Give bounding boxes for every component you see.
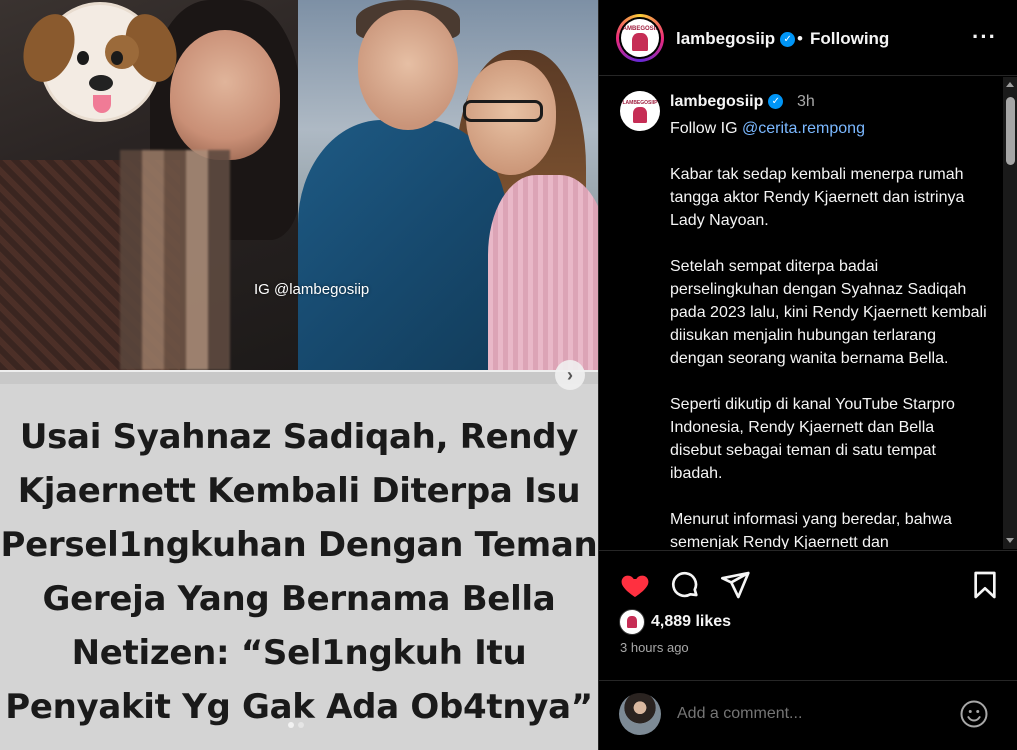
carousel-dot — [298, 722, 304, 728]
post-media[interactable]: IG @lambegosiip › Usai Syahnaz Sadiqah, … — [0, 0, 598, 750]
current-user-avatar — [619, 693, 661, 735]
scroll-up-icon[interactable] — [1006, 82, 1014, 87]
carousel-dot-active — [288, 722, 294, 728]
post-actions: 4,889 likes 3 hours ago — [599, 550, 1017, 680]
caption-follow-line: Follow IG @cerita.rempong — [670, 120, 865, 137]
man-head-shape — [358, 10, 458, 130]
caption-scrollbar[interactable] — [1003, 77, 1017, 549]
share-icon[interactable] — [719, 569, 751, 601]
caption-scroll-area[interactable]: LAMBEGOSIIP lambegosiip ✓ 3h Follow IG @c… — [599, 77, 1004, 549]
face-shape — [170, 30, 280, 160]
caption-paragraph: Seperti dikutip di kanal YouTube Starpro… — [670, 396, 955, 482]
post-header: LAMBEGOSIIP lambegosiip ✓ • Following ··· — [599, 0, 1017, 76]
headline-line: Kjaernett Kembali Diterpa Isu — [17, 471, 581, 511]
comment-bar — [599, 680, 1017, 750]
post-side-panel: LAMBEGOSIIP lambegosiip ✓ • Following ···… — [598, 0, 1017, 750]
heart-icon[interactable] — [619, 569, 651, 601]
scroll-thumb[interactable] — [1006, 97, 1015, 165]
caption-avatar[interactable]: LAMBEGOSIIP — [620, 91, 660, 131]
comment-icon[interactable] — [669, 569, 701, 601]
carousel-next-button[interactable]: › — [555, 360, 585, 390]
emoji-icon[interactable] — [959, 699, 989, 729]
media-headline: Usai Syahnaz Sadiqah, Rendy Kjaernett Ke… — [0, 410, 598, 734]
caption-username[interactable]: lambegosiip ✓ — [670, 93, 784, 111]
headline-line: Gereja Yang Bernama Bella — [42, 579, 556, 619]
comment-input[interactable] — [677, 705, 937, 723]
pink-sweater-shape — [488, 175, 598, 370]
headline-line: Usai Syahnaz Sadiqah, Rendy — [19, 417, 579, 457]
following-button[interactable]: Following — [810, 29, 889, 49]
headline-line: Netizen: “Sel1ngkuh Itu — [71, 633, 527, 673]
caption-text: Follow IG @cerita.rempong Kabar tak seda… — [670, 117, 990, 549]
bookmark-icon[interactable] — [969, 569, 1001, 601]
more-options-icon[interactable]: ··· — [972, 24, 997, 50]
caption-paragraph: Menurut informasi yang beredar, bahwa se… — [670, 511, 952, 549]
profile-avatar[interactable]: LAMBEGOSIIP — [616, 14, 664, 62]
carousel-dots — [288, 722, 304, 728]
likes-count[interactable]: 4,889 likes — [651, 613, 731, 631]
likes-avatar — [619, 609, 645, 635]
headline-line: Persel1ngkuhan Dengan Teman — [0, 525, 598, 565]
photo-left — [0, 0, 298, 370]
media-watermark: IG @lambegosiip — [254, 281, 370, 298]
glasses-shape — [463, 100, 543, 122]
caption-paragraph: Kabar tak sedap kembali menerpa rumah ta… — [670, 166, 965, 229]
verified-badge-icon: ✓ — [780, 32, 796, 48]
dog-emoji-icon — [14, 2, 186, 122]
caption-paragraph: Setelah sempat diterpa badai perselingku… — [670, 258, 987, 367]
likes-row[interactable]: 4,889 likes — [619, 609, 731, 635]
pixelated-area — [120, 150, 230, 370]
media-divider — [0, 370, 598, 384]
lambegosiip-logo-icon: LAMBEGOSIIP — [621, 19, 659, 57]
header-username[interactable]: lambegosiip ✓ — [676, 29, 796, 49]
photo-right — [298, 0, 598, 370]
caption-time: 3h — [797, 93, 815, 110]
scroll-down-icon[interactable] — [1006, 538, 1014, 543]
verified-badge-icon: ✓ — [768, 94, 784, 110]
post-time-ago: 3 hours ago — [620, 640, 689, 655]
header-separator: • — [797, 29, 803, 48]
jacket-shape — [298, 120, 508, 370]
mention-link[interactable]: @cerita.rempong — [742, 120, 865, 137]
